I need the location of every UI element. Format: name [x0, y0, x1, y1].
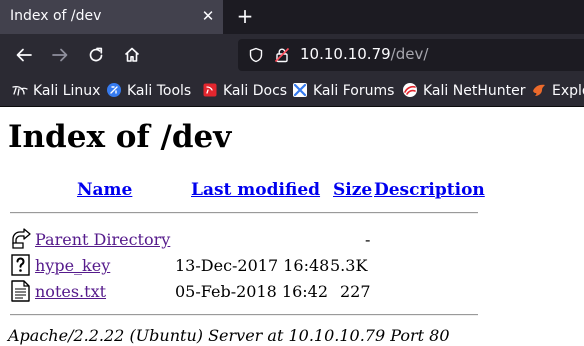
kali-dragon-icon	[12, 82, 28, 98]
row-size: 227	[340, 282, 371, 301]
back-icon[interactable]	[15, 46, 33, 64]
url-host: 10.10.10.79	[300, 45, 391, 63]
list-item-notes-txt[interactable]: notes.txt	[35, 282, 106, 301]
tab-title: Index of /dev	[10, 8, 102, 24]
exploit-db-icon	[531, 82, 547, 98]
unknown-file-icon	[10, 254, 32, 276]
column-header-description[interactable]: Description	[374, 180, 485, 200]
column-header-size[interactable]: Size	[333, 180, 372, 200]
bookmark-kali-tools[interactable]: Kali Tools	[106, 82, 191, 100]
kali-nethunter-icon	[402, 82, 418, 98]
bookmark-label: Kali Docs	[223, 83, 288, 99]
reload-icon[interactable]	[87, 46, 105, 64]
insecure-lock-icon[interactable]	[274, 47, 290, 63]
tracking-protection-shield-icon[interactable]	[248, 47, 264, 63]
column-header-name[interactable]: Name	[77, 180, 132, 200]
home-icon[interactable]	[123, 46, 141, 64]
new-tab-icon[interactable]: +	[236, 6, 254, 26]
list-item-parent-directory[interactable]: Parent Directory	[35, 230, 170, 249]
page-content: Index of /dev Name Last modified Size De…	[0, 107, 584, 346]
url-text[interactable]: 10.10.10.79/dev/	[300, 45, 428, 63]
bookmark-exploit-db[interactable]: Exploit-DB	[531, 82, 584, 100]
bookmark-label: Kali NetHunter	[423, 83, 526, 99]
row-modified: 05-Feb-2018 16:42	[175, 282, 329, 301]
row-modified: 13-Dec-2017 16:48	[175, 256, 330, 275]
bookmark-label: Exploit-DB	[552, 83, 584, 99]
footer-divider	[10, 314, 478, 316]
bookmark-kali-linux[interactable]: Kali Linux	[12, 82, 100, 100]
tab-strip: Index of /dev ✕ +	[0, 0, 584, 34]
bookmark-kali-docs[interactable]: Kali Docs	[202, 82, 287, 100]
bookmarks-toolbar: Kali Linux Kali Tools Kali Docs Kali For…	[0, 76, 584, 107]
bookmark-label: Kali Forums	[313, 83, 395, 99]
tab-close-icon[interactable]: ✕	[199, 7, 217, 25]
navigation-toolbar: 10.10.10.79/dev/	[0, 34, 584, 76]
page-title: Index of /dev	[8, 119, 232, 155]
bookmark-kali-nethunter[interactable]: Kali NetHunter	[402, 82, 525, 100]
kali-forums-icon	[292, 82, 308, 98]
bookmark-label: Kali Tools	[127, 83, 192, 99]
list-item-hype-key[interactable]: hype_key	[35, 256, 110, 275]
url-bar[interactable]: 10.10.10.79/dev/	[238, 39, 584, 71]
forward-icon[interactable]	[51, 46, 69, 64]
back-folder-icon	[10, 228, 32, 250]
bookmark-kali-forums[interactable]: Kali Forums	[292, 82, 394, 100]
column-header-last-modified[interactable]: Last modified	[191, 180, 320, 200]
server-signature: Apache/2.2.22 (Ubuntu) Server at 10.10.1…	[8, 326, 450, 345]
row-size: 5.3K	[330, 256, 368, 275]
bookmark-label: Kali Linux	[33, 83, 101, 99]
header-divider	[10, 212, 478, 214]
kali-tools-icon	[106, 82, 122, 98]
tab-active[interactable]: Index of /dev ✕	[0, 0, 223, 34]
row-size: -	[365, 230, 371, 249]
url-path: /dev/	[390, 45, 429, 63]
text-file-icon	[10, 280, 32, 302]
kali-docs-icon	[202, 82, 218, 98]
